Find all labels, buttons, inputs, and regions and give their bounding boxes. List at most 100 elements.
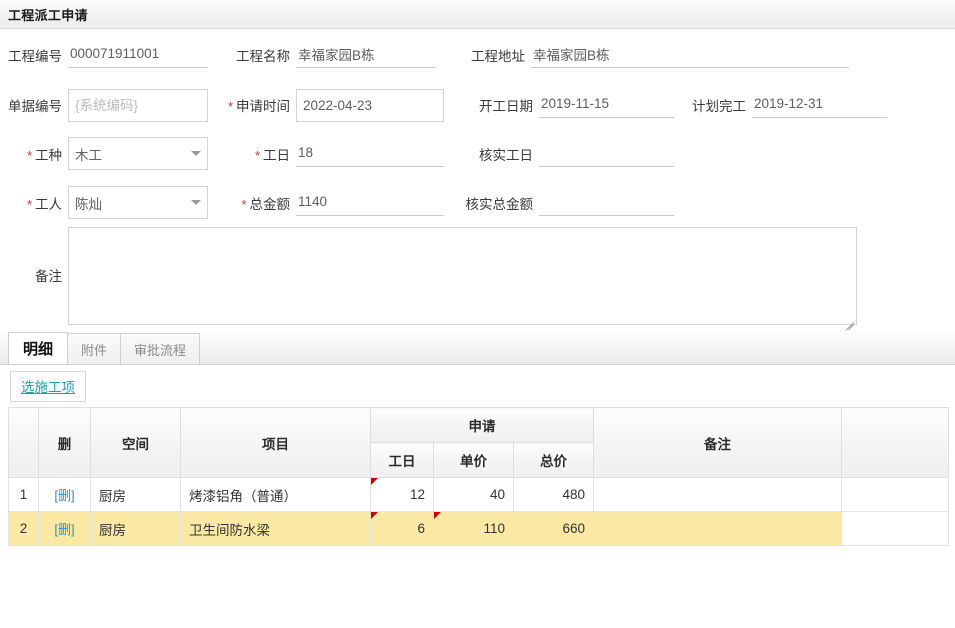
tab-strip: 明细 附件 审批流程 (0, 333, 955, 365)
chevron-down-icon (191, 200, 201, 205)
col-item-header: 项目 (181, 408, 371, 478)
row-total[interactable]: 660 (514, 512, 594, 546)
col-price-header: 单价 (434, 443, 514, 478)
row-remark[interactable] (594, 512, 842, 546)
project-no-input[interactable] (68, 42, 208, 68)
form-row-3: * 工种 木工 * 工日 核实工日 (0, 129, 955, 178)
total-amount-input[interactable] (296, 190, 444, 216)
row-delete-cell[interactable]: [删] (39, 512, 91, 546)
delete-row-link[interactable]: [删] (54, 522, 74, 537)
grid-head: 删 空间 项目 申请 备注 工日 单价 总价 (9, 408, 949, 478)
col-group-apply-header: 申请 (371, 408, 594, 443)
label-project-no-wrap: 工程编号 (0, 45, 68, 65)
required-marker: * (27, 198, 32, 211)
col-delete-header: 删 (39, 408, 91, 478)
tab-attachment[interactable]: 附件 (67, 333, 121, 364)
col-total-header: 总价 (514, 443, 594, 478)
remark-textarea-wrap (68, 227, 857, 328)
grid-toolbar: 选施工项 (0, 365, 955, 407)
table-row[interactable]: 2 [删] 厨房 卫生间防水梁 6 110 660 (9, 512, 949, 546)
row-index: 2 (9, 512, 39, 546)
row-space[interactable]: 厨房 (91, 478, 181, 512)
row-trailing (842, 478, 949, 512)
worker-select[interactable]: 陈灿 (68, 186, 208, 219)
remark-textarea[interactable] (68, 227, 857, 325)
required-marker: * (255, 149, 260, 162)
verify-days-input[interactable] (539, 141, 674, 167)
label-plan-finish-wrap: 计划完工 (674, 95, 752, 115)
doc-no-input[interactable] (68, 89, 208, 122)
label-verify-amount-wrap: 核实总金额 (444, 193, 539, 213)
form-row-4: * 工人 陈灿 * 总金额 核实总金额 (0, 178, 955, 227)
required-marker: * (241, 198, 246, 211)
label-work-type: 工种 (35, 144, 62, 164)
project-name-input[interactable] (296, 42, 436, 68)
cell-marker-icon (371, 478, 378, 485)
work-days-input[interactable] (296, 141, 444, 167)
row-total[interactable]: 480 (514, 478, 594, 512)
tab-approval-flow[interactable]: 审批流程 (120, 333, 200, 364)
col-index-header (9, 408, 39, 478)
apply-time-input[interactable] (296, 89, 444, 122)
label-doc-no: 单据编号 (8, 95, 62, 115)
grid-body: 1 [删] 厨房 烤漆铝角（普通） 12 40 480 2 [删] (9, 478, 949, 546)
row-remark[interactable] (594, 478, 842, 512)
label-apply-time: 申请时间 (236, 95, 290, 115)
row-days-value: 12 (410, 487, 425, 502)
window-titlebar: 工程派工申请 (0, 0, 955, 29)
label-verify-days-wrap: 核实工日 (444, 144, 539, 164)
label-apply-time-wrap: * 申请时间 (208, 95, 296, 115)
form-area: 工程编号 工程名称 工程地址 单据编号 * 申请时间 开工日期 计划完工 (0, 29, 955, 327)
worker-value: 陈灿 (75, 193, 185, 213)
row-price[interactable]: 40 (434, 478, 514, 512)
row-item[interactable]: 烤漆铝角（普通） (181, 478, 371, 512)
row-days[interactable]: 12 (371, 478, 434, 512)
row-days-value: 6 (417, 521, 425, 536)
col-space-header: 空间 (91, 408, 181, 478)
row-delete-cell[interactable]: [删] (39, 478, 91, 512)
grid-header-row-1: 删 空间 项目 申请 备注 (9, 408, 949, 443)
row-days[interactable]: 6 (371, 512, 434, 546)
row-space[interactable]: 厨房 (91, 512, 181, 546)
required-marker: * (27, 149, 32, 162)
work-type-select[interactable]: 木工 (68, 137, 208, 170)
label-verify-amount: 核实总金额 (466, 193, 534, 213)
label-project-no: 工程编号 (8, 45, 62, 65)
label-remark: 备注 (0, 227, 68, 327)
tab-detail[interactable]: 明细 (8, 332, 68, 364)
row-trailing (842, 512, 949, 546)
col-remark-header: 备注 (594, 408, 842, 478)
select-construction-items-button[interactable]: 选施工项 (10, 371, 86, 402)
tab-attachment-label: 附件 (81, 340, 107, 359)
detail-grid: 删 空间 项目 申请 备注 工日 单价 总价 1 [删] 厨房 烤漆铝角（普通） (8, 407, 949, 546)
detail-grid-wrap: 删 空间 项目 申请 备注 工日 单价 总价 1 [删] 厨房 烤漆铝角（普通） (0, 407, 955, 546)
form-row-1: 工程编号 工程名称 工程地址 (0, 29, 955, 81)
label-work-days: 工日 (263, 144, 290, 164)
form-row-remark: 备注 (0, 227, 955, 327)
label-project-name: 工程名称 (236, 45, 290, 65)
work-type-value: 木工 (75, 144, 185, 164)
label-project-addr: 工程地址 (471, 45, 525, 65)
tab-approval-flow-label: 审批流程 (134, 340, 186, 359)
start-date-input[interactable] (539, 92, 674, 118)
row-index: 1 (9, 478, 39, 512)
label-project-name-wrap: 工程名称 (208, 45, 296, 65)
label-worker-wrap: * 工人 (0, 193, 68, 213)
delete-row-link[interactable]: [删] (54, 488, 74, 503)
label-verify-days: 核实工日 (479, 144, 533, 164)
row-price-value: 110 (483, 521, 505, 536)
table-row[interactable]: 1 [删] 厨房 烤漆铝角（普通） 12 40 480 (9, 478, 949, 512)
row-item[interactable]: 卫生间防水梁 (181, 512, 371, 546)
project-addr-input[interactable] (531, 42, 849, 68)
label-project-addr-wrap: 工程地址 (436, 45, 531, 65)
label-work-days-wrap: * 工日 (208, 144, 296, 164)
row-price[interactable]: 110 (434, 512, 514, 546)
chevron-down-icon (191, 151, 201, 156)
verify-amount-input[interactable] (539, 190, 674, 216)
col-trailing-header (842, 408, 949, 478)
plan-finish-input[interactable] (752, 92, 887, 118)
form-row-2: 单据编号 * 申请时间 开工日期 计划完工 (0, 81, 955, 129)
label-doc-no-wrap: 单据编号 (0, 95, 68, 115)
cell-marker-icon (434, 512, 441, 519)
label-plan-finish: 计划完工 (692, 95, 746, 115)
